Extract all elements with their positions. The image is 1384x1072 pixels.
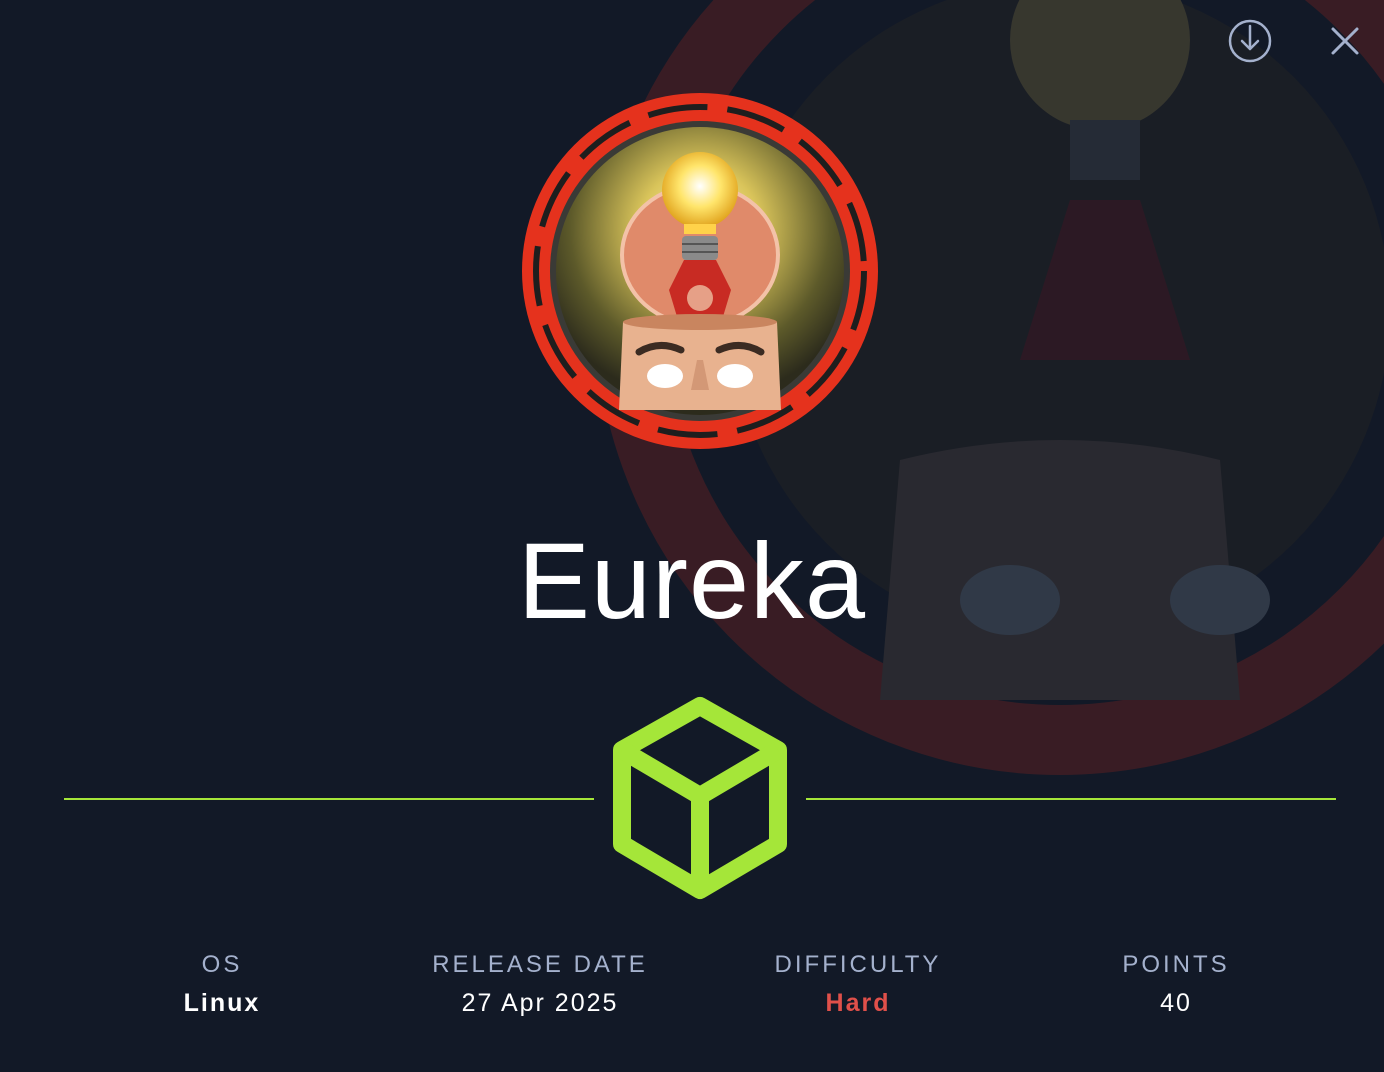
- divider-right: [806, 798, 1336, 800]
- stat-points: POINTS 40: [1016, 950, 1336, 1018]
- stat-points-value: 40: [1160, 989, 1192, 1017]
- machine-info-modal: Eureka OS Linux RELEASE DATE 27 Apr 2025…: [0, 0, 1384, 1072]
- machine-avatar: [522, 93, 878, 449]
- stat-release-date-label: RELEASE DATE: [432, 951, 648, 978]
- divider-left: [64, 798, 594, 800]
- stat-difficulty: DIFFICULTY Hard: [698, 950, 1018, 1018]
- stat-os-label: OS: [201, 951, 243, 978]
- download-button[interactable]: [1227, 18, 1273, 64]
- stat-points-label: POINTS: [1122, 951, 1230, 978]
- download-circle-icon: [1228, 19, 1272, 63]
- stat-release-date: RELEASE DATE 27 Apr 2025: [380, 950, 700, 1018]
- stat-os: OS Linux: [62, 950, 382, 1018]
- close-icon: [1331, 27, 1359, 55]
- linux-cube-icon: [613, 697, 787, 899]
- stat-difficulty-label: DIFFICULTY: [774, 951, 942, 978]
- stat-difficulty-value: Hard: [825, 989, 891, 1017]
- machine-title: Eureka: [517, 520, 867, 641]
- stat-os-value: Linux: [183, 989, 261, 1017]
- close-button[interactable]: [1322, 18, 1368, 64]
- stat-release-date-value: 27 Apr 2025: [461, 989, 619, 1017]
